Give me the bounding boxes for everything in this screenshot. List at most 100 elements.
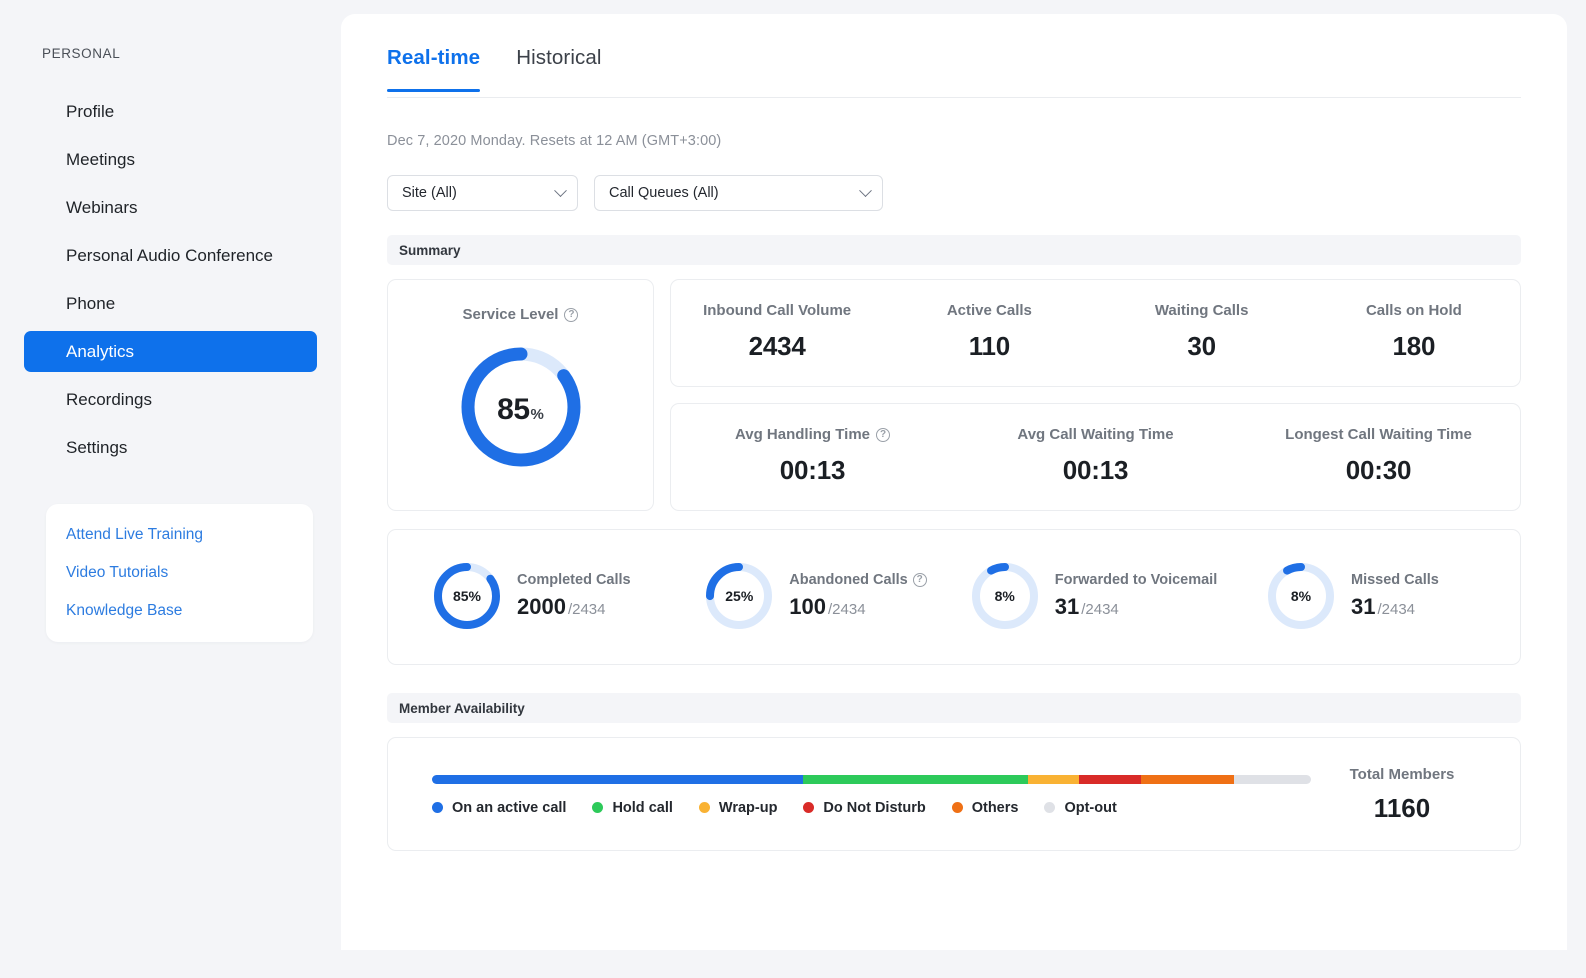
help-link-video-tutorials[interactable]: Video Tutorials xyxy=(66,564,313,582)
legend-item-hold-call[interactable]: Hold call xyxy=(592,800,672,816)
legend-dot-icon xyxy=(1044,802,1055,813)
stat-label: Calls on Hold xyxy=(1308,302,1520,319)
donut-total: /2434 xyxy=(1377,601,1415,618)
legend-dot-icon xyxy=(699,802,710,813)
help-links-card: Attend Live Training Video Tutorials Knowl… xyxy=(46,504,313,642)
sidebar-item-phone[interactable]: Phone xyxy=(24,283,317,324)
member-availability-card: On an active call Hold call Wrap-up Do Not … xyxy=(387,737,1521,851)
tab-historical[interactable]: Historical xyxy=(516,46,601,91)
sidebar-item-personal-audio-conference[interactable]: Personal Audio Conference xyxy=(24,235,317,276)
info-icon[interactable]: ? xyxy=(913,573,927,587)
donut-values: 31/2434 xyxy=(1351,594,1477,620)
legend-item-opt-out[interactable]: Opt-out xyxy=(1044,800,1116,816)
total-members-value: 1160 xyxy=(1312,793,1492,824)
donut-values: 2000/2434 xyxy=(517,594,643,620)
bar-segment-opt-out xyxy=(1234,775,1311,784)
help-link-knowledge-base[interactable]: Knowledge Base xyxy=(66,602,313,620)
stat-value: 00:13 xyxy=(954,455,1237,486)
service-level-value: 85 xyxy=(497,393,529,427)
stat-label-text: Waiting Calls xyxy=(1155,302,1249,319)
legend-item-others[interactable]: Others xyxy=(952,800,1019,816)
sidebar-item-analytics[interactable]: Analytics xyxy=(24,331,317,372)
stat-label-text: Active Calls xyxy=(947,302,1032,319)
summary-section-header: Summary xyxy=(387,235,1521,265)
info-icon[interactable]: ? xyxy=(876,428,890,442)
help-link-attend-live-training[interactable]: Attend Live Training xyxy=(66,526,313,544)
donut-label: Abandoned Calls? xyxy=(789,572,926,588)
site-filter-select[interactable]: Site (All) xyxy=(387,175,578,211)
stat-value: 180 xyxy=(1308,331,1520,362)
total-members-label: Total Members xyxy=(1312,766,1492,783)
legend-item-do-not-disturb[interactable]: Do Not Disturb xyxy=(803,800,925,816)
summary-row: Service Level ? 85 % Inbound Call Volum xyxy=(387,279,1521,511)
legend-label: On an active call xyxy=(452,800,566,816)
reset-date-note: Dec 7, 2020 Monday. Resets at 12 AM (GMT… xyxy=(387,133,1521,149)
donut-label-text: Forwarded to Voicemail xyxy=(1055,572,1218,588)
availability-legend: On an active call Hold call Wrap-up Do Not … xyxy=(432,800,1312,816)
donut-value: 100 xyxy=(789,594,826,619)
legend-label: Opt-out xyxy=(1064,800,1116,816)
chevron-down-icon xyxy=(554,184,567,197)
stat-value: 00:30 xyxy=(1237,455,1520,486)
analytics-dashboard: PERSONAL ProfileMeetingsWebinarsPersonal… xyxy=(0,0,1586,978)
sidebar-item-webinars[interactable]: Webinars xyxy=(24,187,317,228)
donut-total: /2434 xyxy=(1081,601,1119,618)
sidebar-nav: Profile Meetings Webinars Personal Audio Co… xyxy=(0,91,341,468)
donut-completed-calls: 85% Completed Calls 2000/2434 xyxy=(398,560,676,632)
stat-label-text: Inbound Call Volume xyxy=(703,302,851,319)
sidebar-item-recordings[interactable]: Recordings xyxy=(24,379,317,420)
legend-dot-icon xyxy=(592,802,603,813)
sidebar-item-profile[interactable]: Profile xyxy=(24,91,317,132)
legend-item-on-an-active-call[interactable]: On an active call xyxy=(432,800,566,816)
bar-segment-others xyxy=(1141,775,1233,784)
service-level-label: Service Level xyxy=(463,306,559,323)
donut-chart: 8% xyxy=(1265,560,1337,632)
donut-text: Completed Calls 2000/2434 xyxy=(517,572,643,620)
donut-chart: 85% xyxy=(431,560,503,632)
tab-real-time[interactable]: Real-time xyxy=(387,46,480,91)
filter-bar: Site (All) Call Queues (All) xyxy=(387,175,1521,211)
service-level-gauge: 85 % xyxy=(455,341,587,473)
donut-percent-label: 8% xyxy=(969,560,1041,632)
stat-label: Inbound Call Volume xyxy=(671,302,883,319)
call-queues-filter-value: Call Queues (All) xyxy=(609,185,719,201)
legend-label: Hold call xyxy=(612,800,672,816)
stat-label: Avg Call Waiting Time xyxy=(954,426,1237,443)
info-icon[interactable]: ? xyxy=(564,308,578,322)
donut-value: 31 xyxy=(1055,594,1079,619)
sidebar-item-settings[interactable]: Settings xyxy=(24,427,317,468)
donut-total: /2434 xyxy=(828,601,866,618)
legend-item-wrap-up[interactable]: Wrap-up xyxy=(699,800,778,816)
service-level-value-group: 85 % xyxy=(455,341,587,473)
call-queues-filter-select[interactable]: Call Queues (All) xyxy=(594,175,883,211)
stat-label: Avg Handling Time? xyxy=(671,426,954,443)
service-level-unit: % xyxy=(531,406,544,423)
stat-waiting-calls: Waiting Calls 30 xyxy=(1096,302,1308,362)
call-volume-stats-card: Inbound Call Volume2434Active Calls110Wa… xyxy=(670,279,1521,387)
stat-longest-call-waiting-time: Longest Call Waiting Time 00:30 xyxy=(1237,426,1520,486)
availability-stacked-bar xyxy=(432,775,1311,784)
stat-label: Waiting Calls xyxy=(1096,302,1308,319)
donut-text: Abandoned Calls? 100/2434 xyxy=(789,572,926,620)
stat-label-text: Avg Call Waiting Time xyxy=(1017,426,1173,443)
donut-abandoned-calls: 25% Abandoned Calls? 100/2434 xyxy=(676,560,954,632)
stat-inbound-call-volume: Inbound Call Volume2434 xyxy=(671,302,883,362)
donut-label: Missed Calls xyxy=(1351,572,1477,588)
legend-dot-icon xyxy=(803,802,814,813)
legend-label: Do Not Disturb xyxy=(823,800,925,816)
donut-label-text: Completed Calls xyxy=(517,572,631,588)
availability-chart: On an active call Hold call Wrap-up Do Not … xyxy=(416,775,1312,816)
stat-label-text: Calls on Hold xyxy=(1366,302,1462,319)
bar-segment-wrap-up xyxy=(1028,775,1079,784)
sidebar-item-meetings[interactable]: Meetings xyxy=(24,139,317,180)
stat-avg-handling-time: Avg Handling Time? 00:13 xyxy=(671,426,954,486)
bar-segment-hold-call xyxy=(803,775,1028,784)
donut-percent-label: 25% xyxy=(703,560,775,632)
donut-percent-label: 8% xyxy=(1265,560,1337,632)
stat-value: 30 xyxy=(1096,331,1308,362)
stat-label-text: Avg Handling Time xyxy=(735,426,870,443)
service-level-card: Service Level ? 85 % xyxy=(387,279,654,511)
donut-chart: 8% xyxy=(969,560,1041,632)
stat-value: 00:13 xyxy=(671,455,954,486)
stat-label: Longest Call Waiting Time xyxy=(1237,426,1520,443)
